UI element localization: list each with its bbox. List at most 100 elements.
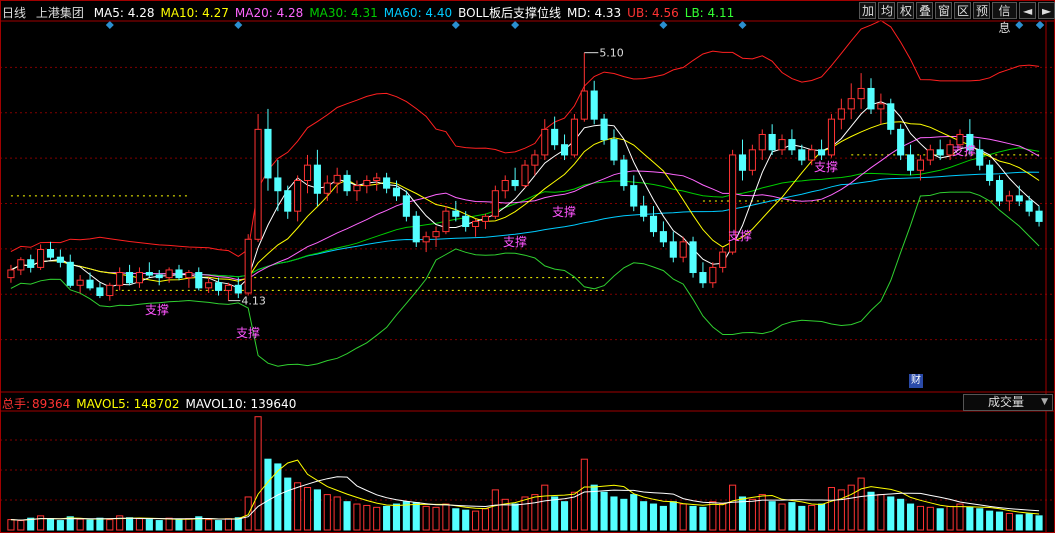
candle-body xyxy=(877,103,885,110)
volume-stat-2: MAVOL5: 148702 xyxy=(76,397,180,411)
price-grid xyxy=(0,66,1055,341)
volume-bar xyxy=(699,506,707,531)
candle-body xyxy=(224,284,232,291)
volume-bar xyxy=(402,501,410,531)
candle-body xyxy=(264,128,272,179)
candle-body xyxy=(590,90,598,120)
candle-body xyxy=(27,259,35,268)
finance-badge[interactable]: 财 xyxy=(909,374,923,388)
ma5-line xyxy=(10,101,1040,289)
candle-body xyxy=(976,149,984,166)
volume-bar xyxy=(37,515,45,531)
candle-body xyxy=(373,177,381,181)
toolbar-button-1[interactable]: 均 xyxy=(878,2,895,19)
volume-bar xyxy=(837,489,845,531)
candle xyxy=(422,231,430,253)
toolbar-button-2[interactable]: 权 xyxy=(897,2,914,19)
candle-body xyxy=(472,220,480,228)
candle-body xyxy=(7,269,15,279)
volume-bar xyxy=(294,482,302,531)
indicator-select[interactable]: 成交量 ▼ xyxy=(963,394,1053,411)
volume-bar xyxy=(46,518,55,531)
candle xyxy=(442,206,450,235)
toolbar-button-7[interactable]: 信息 xyxy=(992,2,1018,35)
chart-canvas[interactable]: 5.104.13支撑支撑支撑支撑支撑支撑支撑 xyxy=(0,0,1055,533)
volume-bar xyxy=(709,501,717,531)
candle xyxy=(926,144,934,166)
volume-bar xyxy=(610,496,618,531)
indicator-values: MA5: 4.28 MA10: 4.27 MA20: 4.28 MA30: 4.31 M… xyxy=(94,6,741,20)
candle xyxy=(363,175,371,194)
period-label: 日线 xyxy=(2,6,27,20)
volume-bar xyxy=(600,491,608,531)
toolbar-button-9[interactable]: ► xyxy=(1038,2,1055,19)
volume-bar xyxy=(7,519,15,531)
candle xyxy=(1025,195,1033,217)
support-label: 支撑 xyxy=(145,302,169,317)
volume-bar xyxy=(1005,512,1013,531)
indicator-8: LB: 4.11 xyxy=(684,6,735,20)
candle-body xyxy=(699,272,707,284)
candle xyxy=(86,272,94,291)
event-marker xyxy=(1015,21,1024,29)
candle xyxy=(916,154,924,181)
candle xyxy=(412,211,420,247)
volume-bar xyxy=(126,517,134,531)
event-marker xyxy=(451,21,460,29)
candle-body xyxy=(808,149,816,161)
candle-body xyxy=(205,282,213,289)
candle-body xyxy=(274,177,282,192)
volume-bar xyxy=(86,519,94,531)
candle xyxy=(818,139,826,161)
candle xyxy=(778,134,786,155)
volume-bar xyxy=(462,509,470,531)
candle-body xyxy=(788,139,796,151)
volume-bar xyxy=(768,501,776,531)
volume-bar xyxy=(76,518,84,531)
volume-bar xyxy=(412,502,420,531)
toolbar-button-8[interactable]: ◄ xyxy=(1019,2,1037,19)
volume-bar xyxy=(205,519,213,531)
toolbar-button-6[interactable]: 预 xyxy=(973,2,990,19)
candle-body xyxy=(906,154,915,171)
volume-bar xyxy=(659,505,667,531)
indicator-5: BOLL板后支撑位线 xyxy=(458,6,561,20)
toolbar-button-4[interactable]: 窗 xyxy=(935,2,952,19)
volume-bar xyxy=(719,503,727,531)
toolbar-button-0[interactable]: 加 xyxy=(859,2,876,19)
candle-body xyxy=(926,149,934,161)
candle-body xyxy=(76,279,84,286)
volume-bar xyxy=(976,508,984,531)
candle xyxy=(531,149,539,176)
volume-bar xyxy=(847,484,855,531)
volume-bar xyxy=(472,510,480,531)
candle-body xyxy=(847,98,855,110)
support-label: 支撑 xyxy=(814,159,838,174)
toolbar-button-5[interactable]: 区 xyxy=(954,2,971,19)
candle xyxy=(17,257,25,276)
candle xyxy=(402,190,410,222)
candle-body xyxy=(363,179,371,187)
candle xyxy=(462,211,470,232)
candle-body xyxy=(837,108,845,120)
candle-body xyxy=(541,128,549,156)
candle-body xyxy=(669,241,677,258)
volume-bar xyxy=(383,505,391,531)
candle xyxy=(590,80,598,125)
candle-body xyxy=(580,90,588,120)
volume-bar xyxy=(214,520,223,531)
volume-bar xyxy=(481,508,490,531)
candle xyxy=(343,170,351,196)
candle xyxy=(768,124,776,155)
volume-bar xyxy=(877,494,885,531)
candle-body xyxy=(412,215,420,243)
candle-body xyxy=(343,174,351,192)
toolbar-button-3[interactable]: 叠 xyxy=(916,2,933,19)
candle xyxy=(452,200,460,222)
candle-body xyxy=(709,266,717,284)
candle xyxy=(748,144,756,176)
volume-bar xyxy=(373,506,381,531)
volume-stat-0: 总手: xyxy=(2,397,31,411)
candle-body xyxy=(995,179,1004,202)
volume-bar xyxy=(778,503,786,531)
